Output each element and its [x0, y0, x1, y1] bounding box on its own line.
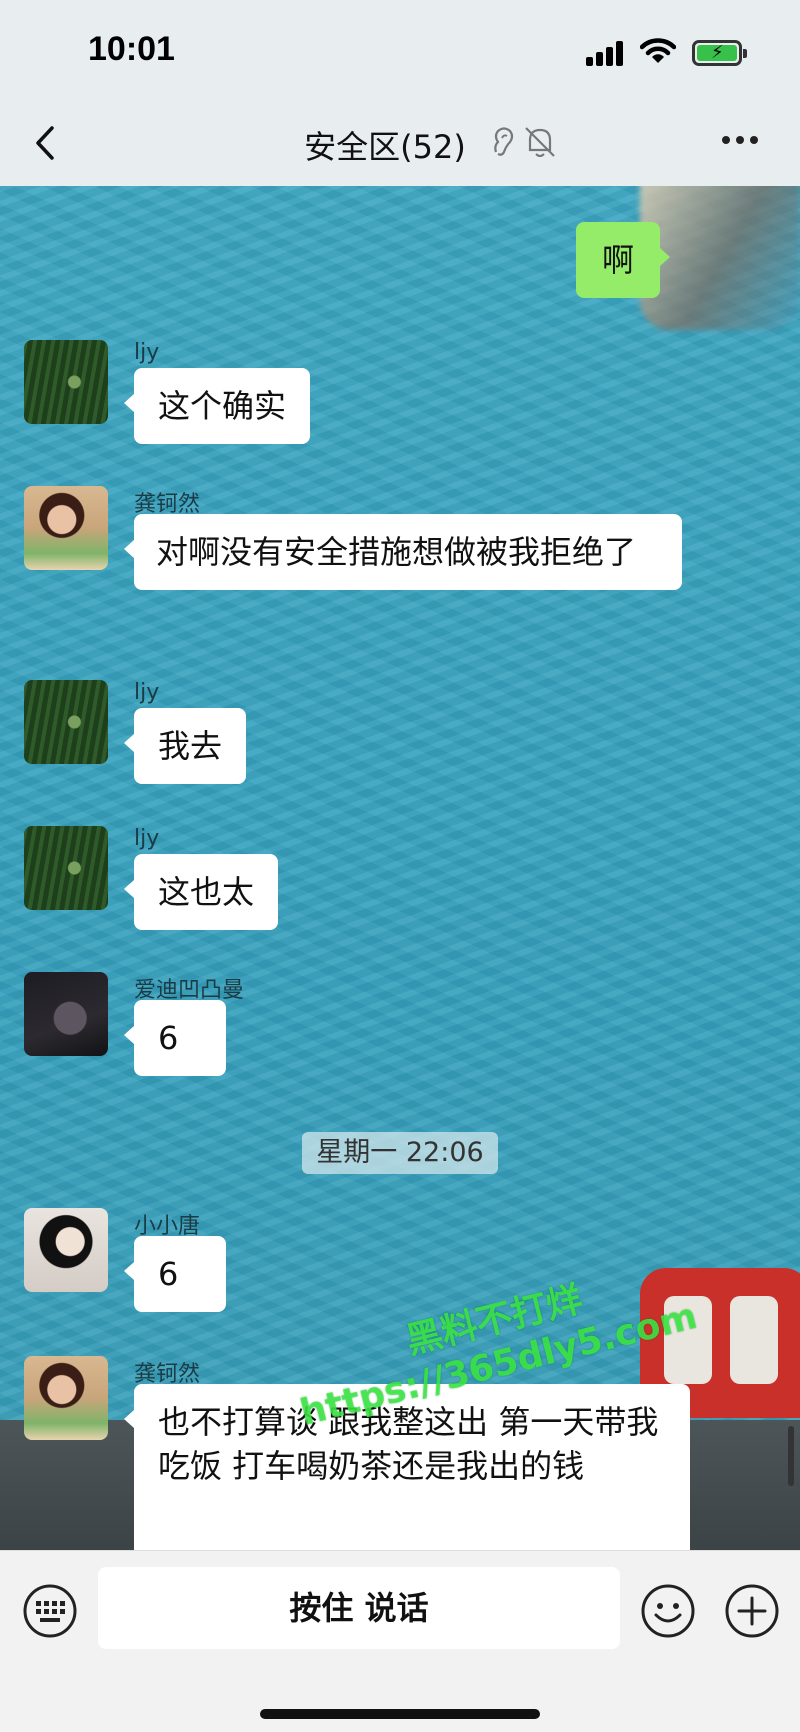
input-bar: 按住 说话 — [0, 1550, 800, 1732]
avatar[interactable] — [24, 486, 108, 570]
scroll-indicator[interactable] — [788, 1426, 794, 1486]
member-count: (52) — [400, 128, 466, 166]
chat-header: 安全区(52) — [0, 100, 800, 186]
status-time: 10:01 — [88, 30, 175, 68]
message-bubble[interactable]: 这也太 — [123, 854, 279, 930]
group-name: 安全区 — [304, 128, 401, 166]
message-bubble[interactable]: 我去 — [123, 708, 247, 784]
wifi-icon — [640, 38, 676, 63]
keyboard-icon[interactable] — [22, 1583, 78, 1639]
mute-bell-icon — [525, 127, 555, 157]
plus-icon[interactable] — [724, 1583, 780, 1639]
message-bubble[interactable]: 6 — [124, 1000, 226, 1076]
status-bar: 10:01 ⚡ — [0, 0, 800, 100]
hold-to-talk-button[interactable]: 按住 说话 — [98, 1567, 620, 1649]
avatar[interactable] — [24, 972, 108, 1056]
own-message-bubble[interactable]: 啊 — [576, 222, 671, 298]
sender-name: ljy — [134, 680, 160, 705]
battery-icon: ⚡ — [692, 40, 747, 66]
more-dots-icon[interactable] — [722, 136, 762, 148]
message-bubble[interactable]: 这个确实 — [123, 368, 311, 444]
message-bubble[interactable]: 也不打算谈 跟我整这出 第一天带我吃饭 打车喝奶茶还是我出的钱 — [124, 1384, 690, 1560]
avatar[interactable] — [24, 1356, 108, 1440]
avatar[interactable] — [24, 680, 108, 764]
emoji-icon[interactable] — [640, 1583, 696, 1639]
avatar[interactable] — [24, 826, 108, 910]
sender-name: ljy — [134, 340, 160, 365]
avatar[interactable] — [24, 340, 108, 424]
time-divider: 星期一 22:06 — [302, 1132, 498, 1174]
avatar[interactable] — [24, 1208, 108, 1292]
cell-signal-icon — [586, 40, 626, 66]
message-bubble[interactable]: 对啊没有安全措施想做被我拒绝了 — [124, 514, 682, 590]
sender-name: ljy — [134, 826, 160, 851]
message-bubble[interactable]: 6 — [124, 1236, 226, 1312]
ear-icon — [494, 127, 555, 157]
home-indicator[interactable] — [260, 1709, 540, 1719]
chat-title: 安全区(52) — [0, 122, 800, 168]
